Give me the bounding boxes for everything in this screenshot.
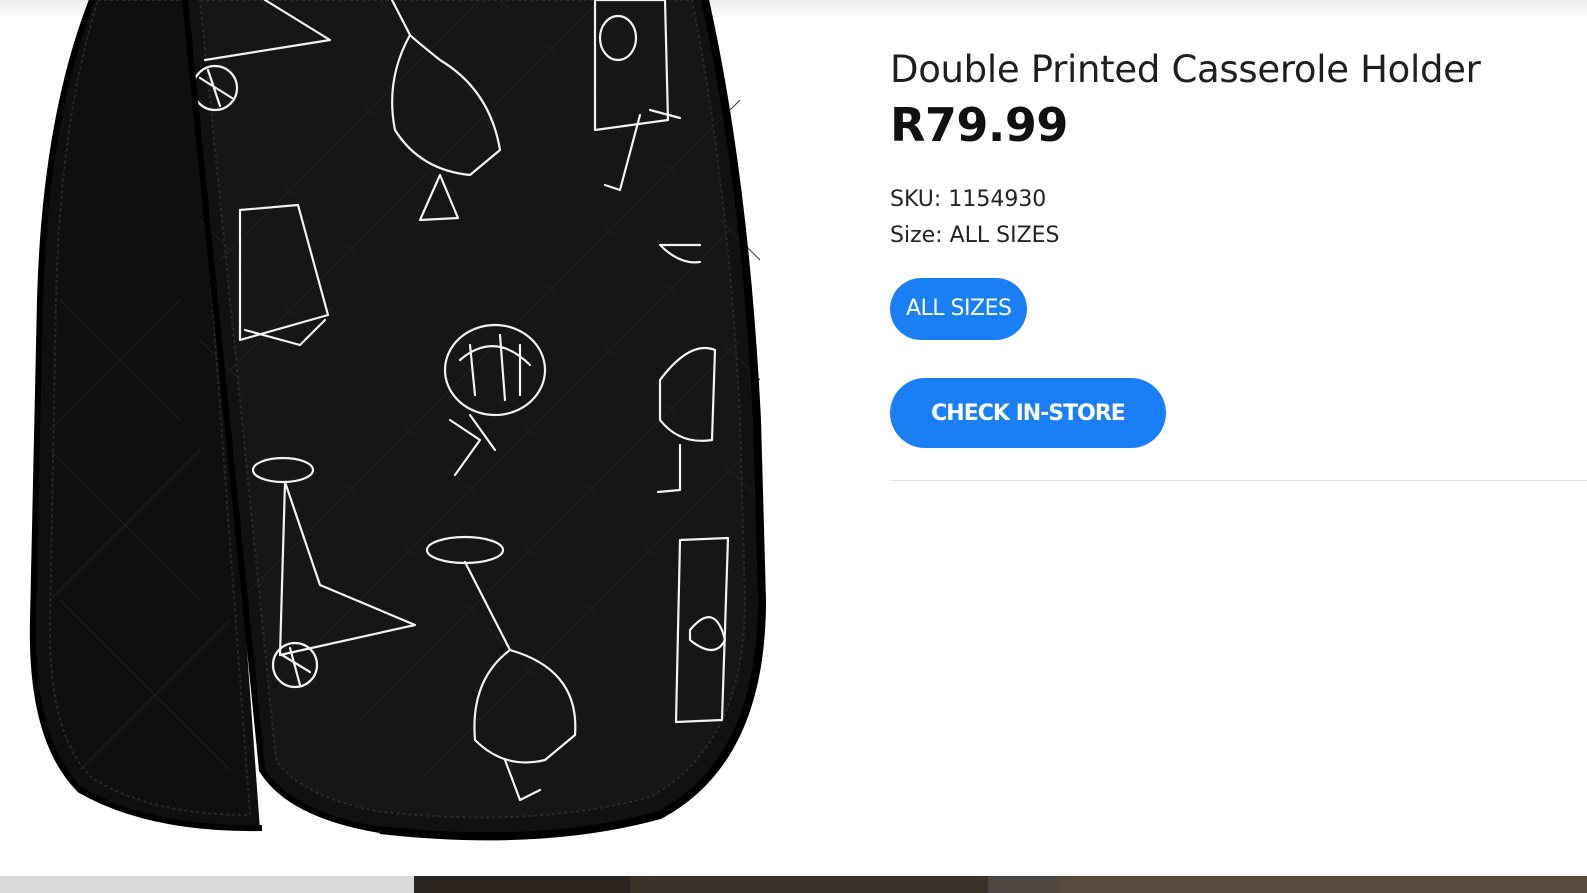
strip-segment: [414, 876, 630, 893]
size-option-all-sizes[interactable]: ALL SIZES: [890, 278, 1028, 340]
product-page: Double Printed Casserole Holder R79.99 S…: [0, 0, 1587, 893]
bottom-image-strip: [0, 876, 1587, 893]
product-info: Double Printed Casserole Holder R79.99 S…: [890, 40, 1587, 448]
size-label: Size:: [890, 223, 943, 248]
check-in-store-button[interactable]: CHECK IN-STORE: [890, 378, 1166, 448]
product-image[interactable]: [0, 0, 840, 860]
strip-segment: [630, 876, 988, 893]
size-value: ALL SIZES: [949, 223, 1060, 248]
strip-segment: [0, 876, 414, 893]
sku-row: SKU: 1154930: [890, 182, 1587, 218]
sku-value: 1154930: [948, 187, 1047, 212]
strip-segment: [988, 876, 1057, 893]
product-meta: SKU: 1154930 Size: ALL SIZES: [890, 182, 1587, 254]
size-row: Size: ALL SIZES: [890, 218, 1587, 254]
sku-label: SKU:: [890, 187, 942, 212]
section-divider: [890, 480, 1587, 481]
product-price: R79.99: [890, 98, 1068, 152]
product-title: Double Printed Casserole Holder: [890, 48, 1481, 91]
casserole-holder-illustration: [29, 0, 767, 841]
strip-segment: [1057, 876, 1587, 893]
